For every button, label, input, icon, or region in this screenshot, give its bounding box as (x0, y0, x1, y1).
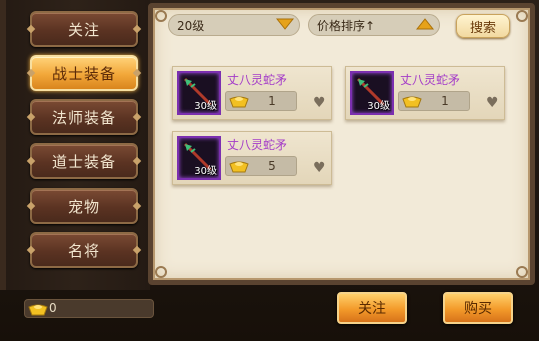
category-follow[interactable]: 关注 (30, 11, 138, 47)
price-sort-value: 价格排序↑ (317, 18, 376, 33)
currency-balance: 0 (24, 299, 154, 318)
gold-ingot-icon (229, 161, 249, 173)
item-price-value: 5 (268, 159, 276, 173)
item-card[interactable]: 30级 丈八灵蛇矛 1 ♥ (345, 66, 505, 120)
heart-icon[interactable]: ♥ (313, 95, 326, 111)
category-label: 宠物 (67, 197, 100, 216)
chevron-up-icon (414, 16, 436, 34)
item-name: 丈八灵蛇矛 (400, 73, 461, 87)
spear-icon[interactable]: 30级 (177, 71, 221, 115)
category-label: 关注 (67, 20, 100, 39)
category-label: 战士装备 (51, 64, 116, 83)
item-price: 1 (398, 91, 470, 111)
category-pet[interactable]: 宠物 (30, 188, 138, 224)
category-warrior-gear[interactable]: 战士装备 (30, 55, 138, 91)
corner-ornament (516, 10, 528, 22)
category-mage-gear[interactable]: 法师装备 (30, 99, 138, 135)
category-sidebar: 关注 战士装备 法师装备 道士装备 宠物 名将 (0, 0, 150, 290)
category-label: 名将 (67, 241, 100, 260)
category-general[interactable]: 名将 (30, 232, 138, 268)
sidebar-rail (0, 0, 6, 290)
item-price: 5 (225, 156, 297, 176)
item-card[interactable]: 30级 丈八灵蛇矛 1 ♥ (172, 66, 332, 120)
item-name: 丈八灵蛇矛 (227, 138, 288, 152)
price-sort-dropdown[interactable]: 价格排序↑ (308, 14, 440, 36)
item-price: 1 (225, 91, 297, 111)
search-button[interactable]: 搜索 (456, 14, 510, 38)
item-level: 30级 (194, 166, 217, 177)
item-card[interactable]: 30级 丈八灵蛇矛 5 ♥ (172, 131, 332, 185)
item-price-value: 1 (268, 94, 276, 108)
category-label: 法师装备 (51, 108, 116, 127)
corner-ornament (155, 10, 167, 22)
buy-button[interactable]: 购买 (443, 292, 513, 324)
corner-ornament (516, 266, 528, 278)
category-label: 道士装备 (51, 152, 116, 171)
item-price-value: 1 (441, 94, 449, 108)
trade-window: 关注 战士装备 法师装备 道士装备 宠物 名将 20级 价格排序↑ 搜索 30级… (0, 0, 539, 341)
heart-icon[interactable]: ♥ (486, 95, 499, 111)
gold-ingot-icon (229, 96, 249, 108)
gold-ingot-icon (402, 96, 422, 108)
item-name: 丈八灵蛇矛 (227, 73, 288, 87)
corner-ornament (155, 266, 167, 278)
category-taoist-gear[interactable]: 道士装备 (30, 143, 138, 179)
item-level: 30级 (367, 101, 390, 112)
chevron-down-icon (274, 16, 296, 34)
spear-icon[interactable]: 30级 (350, 71, 394, 115)
heart-icon[interactable]: ♥ (313, 160, 326, 176)
currency-value: 0 (49, 301, 57, 315)
spear-icon[interactable]: 30级 (177, 136, 221, 180)
follow-button[interactable]: 关注 (337, 292, 407, 324)
gold-ingot-icon (28, 304, 48, 316)
level-filter-value: 20级 (177, 18, 205, 33)
level-filter-dropdown[interactable]: 20级 (168, 14, 300, 36)
item-level: 30级 (194, 101, 217, 112)
